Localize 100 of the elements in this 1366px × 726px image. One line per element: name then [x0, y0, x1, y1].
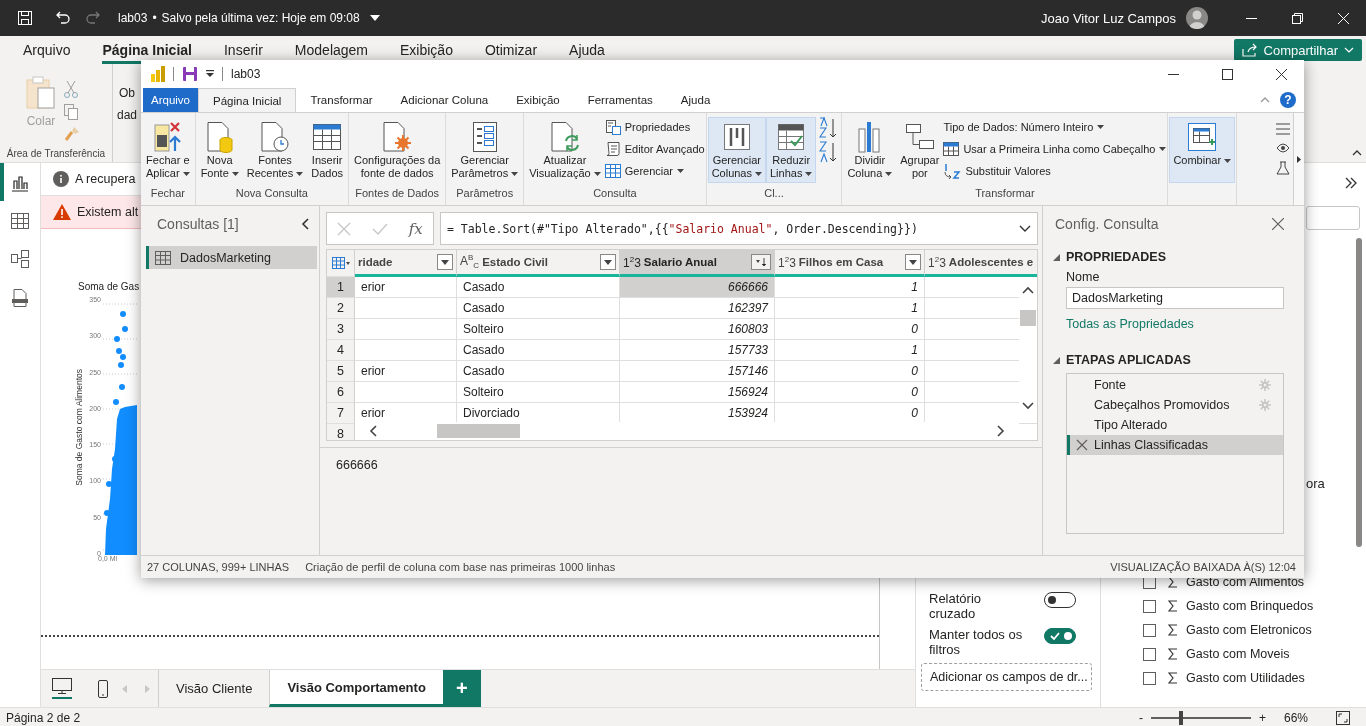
- chart-title: Soma de Gas: [77, 281, 137, 294]
- zoom-out-button[interactable]: -: [1138, 711, 1143, 725]
- ribbon-button[interactable]: Tipo de Dados: Número Inteiro: [943, 117, 1167, 137]
- group-label: Nova Consulta: [234, 187, 309, 201]
- zoom-in-button[interactable]: +: [1258, 711, 1266, 725]
- column-header[interactable]: ridade: [355, 250, 457, 277]
- table-cell: 1: [775, 340, 925, 361]
- column-header[interactable]: 1$^{2}$3 Salario Anual: [620, 250, 775, 277]
- page-tab[interactable]: Visão Comportamento: [269, 670, 443, 707]
- help-button[interactable]: ?: [1280, 92, 1296, 108]
- ribbon-tab[interactable]: Ajuda: [666, 88, 725, 112]
- banner-message: Existem alt: [77, 205, 139, 219]
- applied-step[interactable]: Tipo Alterado: [1067, 415, 1283, 435]
- function-button[interactable]: fx: [408, 219, 423, 238]
- ribbon-button[interactable]: Agrupar por: [896, 117, 944, 183]
- table-cell: erior: [355, 361, 457, 382]
- field-name: ora: [1306, 477, 1326, 491]
- ribbon-button[interactable]: Fontes Recentes: [242, 117, 308, 183]
- window-title: lab03: [231, 67, 261, 81]
- ribbon-button[interactable]: Inserir Dados: [307, 117, 348, 183]
- table-cell: 0: [775, 319, 925, 340]
- drop-zone[interactable]: Adicionar os campos de dr...: [921, 663, 1092, 691]
- ribbon-tab[interactable]: Modelagem: [294, 36, 368, 64]
- row-number: 1: [327, 277, 355, 298]
- type-indicator[interactable]: 1$^{2}$3: [623, 254, 641, 270]
- separator-dot: •: [152, 11, 157, 25]
- row-number: 4: [327, 340, 355, 361]
- query-item[interactable]: DadosMarketing: [146, 246, 317, 269]
- column-header[interactable]: A$^{B}$$_{C}$ Estado Civil: [457, 250, 620, 277]
- column-header[interactable]: 1$^{2}$3 Adolescentes e: [925, 250, 1037, 277]
- ribbon-button[interactable]: Fechar e Aplicar: [142, 117, 194, 183]
- group-label: Fontes de Dados: [354, 187, 441, 201]
- table-cell: 157733: [620, 340, 775, 361]
- ribbon-button[interactable]: Editor Avançado: [604, 139, 705, 159]
- ribbon-button[interactable]: Gerenciar: [604, 161, 705, 181]
- table-cell: Casado: [457, 277, 620, 298]
- table-cell: Casado: [457, 361, 620, 382]
- group-label: Área de Transferência: [5, 148, 107, 161]
- ribbon-tab[interactable]: Inserir: [223, 36, 263, 64]
- applied-step[interactable]: Fonte: [1067, 375, 1283, 395]
- ribbon-button[interactable]: Combinar: [1169, 117, 1236, 183]
- table-cell: 156924: [620, 382, 775, 403]
- ribbon-button[interactable]: Gerenciar Colunas: [707, 117, 766, 183]
- banner-message: A recupera: [75, 172, 136, 186]
- pane-title: Consultas [1]: [157, 216, 239, 232]
- section-heading: PROPRIEDADES: [1066, 250, 1167, 264]
- field-name: Gasto com Alimentos: [1186, 575, 1305, 589]
- ribbon-tab[interactable]: Otimizar: [484, 36, 538, 64]
- file-tab[interactable]: Arquivo: [143, 88, 198, 112]
- table-cell: 162397: [620, 298, 775, 319]
- name-field[interactable]: DadosMarketing: [1066, 287, 1284, 309]
- row-number: 2: [327, 298, 355, 319]
- status-text: Criação de perfil de coluna com base nas primeiras 1000 linhas: [305, 561, 616, 573]
- group-label: Fechar: [149, 187, 186, 201]
- ribbon-button[interactable]: Nova Fonte: [196, 117, 243, 183]
- group-label: Parâmetros: [455, 187, 515, 201]
- ribbon-button[interactable]: Atualizar Visualização: [525, 117, 605, 183]
- table-cell: 1: [775, 277, 925, 298]
- get-data-button[interactable]: Ob dad: [114, 82, 140, 126]
- ribbon-tab[interactable]: Página Inicial: [198, 88, 297, 112]
- ribbon-tab[interactable]: Ferramentas: [573, 88, 667, 112]
- ribbon-tab[interactable]: Arquivo: [23, 36, 71, 64]
- ribbon-button[interactable]: Propriedades: [604, 117, 705, 137]
- axis-title: Soma de Gasto com Alimentos: [74, 368, 84, 486]
- applied-step[interactable]: Linhas Classificadas: [1067, 435, 1283, 455]
- ribbon-button[interactable]: Dividir Coluna: [843, 117, 897, 183]
- field-name: Gasto com Eletronicos: [1186, 623, 1312, 637]
- page-indicator: Página 2 de 2: [6, 711, 81, 725]
- column-header[interactable]: 1$^{2}$3 Filhos em Casa: [775, 250, 925, 277]
- row-number: 7: [327, 403, 355, 424]
- row-number: 8: [327, 424, 355, 440]
- applied-step[interactable]: Cabeçalhos Promovidos: [1067, 395, 1283, 415]
- ribbon-tab[interactable]: Transformar: [296, 88, 387, 112]
- ribbon-button[interactable]: Substituir Valores: [943, 161, 1167, 181]
- add-page-button[interactable]: +: [442, 670, 481, 707]
- link[interactable]: Todas as Propriedades: [1066, 317, 1194, 331]
- table-cell: Casado: [457, 340, 620, 361]
- ribbon-button[interactable]: Gerenciar Parâmetros: [447, 117, 523, 183]
- share-button[interactable]: Compartilhar: [1233, 39, 1362, 61]
- ribbon-tab[interactable]: Adicionar Coluna: [386, 88, 503, 112]
- ribbon-button[interactable]: Configurações da fonte de dados: [350, 117, 445, 183]
- group-label: Consulta: [592, 187, 638, 201]
- ribbon-button[interactable]: Reduzir Linhas: [766, 117, 817, 183]
- field-label: Nome: [1066, 270, 1101, 284]
- group-label: Cl...: [763, 187, 785, 201]
- ribbon-tab[interactable]: Exibição: [502, 88, 574, 112]
- table-cell: 0: [775, 361, 925, 382]
- zoom-level: 66%: [1283, 711, 1308, 725]
- toggle-label: Relatório cruzado: [929, 591, 983, 621]
- field-name: Gasto com Utilidades: [1186, 671, 1305, 685]
- table-cell: 157146: [620, 361, 775, 382]
- ribbon-tab[interactable]: Exibição: [400, 36, 453, 64]
- table-cell: 160803: [620, 319, 775, 340]
- ribbon-tab[interactable]: Ajuda: [569, 36, 605, 64]
- toggle-label: Manter todos os filtros: [929, 627, 1024, 657]
- row-number: 5: [327, 361, 355, 382]
- type-indicator[interactable]: 1$^{2}$3: [928, 254, 946, 270]
- formula-field[interactable]: = Table.Sort(#"Tipo Alterado",{{"Salario Anual", Order.Descending}}): [440, 212, 1038, 245]
- ribbon-button[interactable]: Usar a Primeira Linha como Cabeçalho: [943, 139, 1167, 159]
- type-indicator[interactable]: 1$^{2}$3: [778, 254, 796, 270]
